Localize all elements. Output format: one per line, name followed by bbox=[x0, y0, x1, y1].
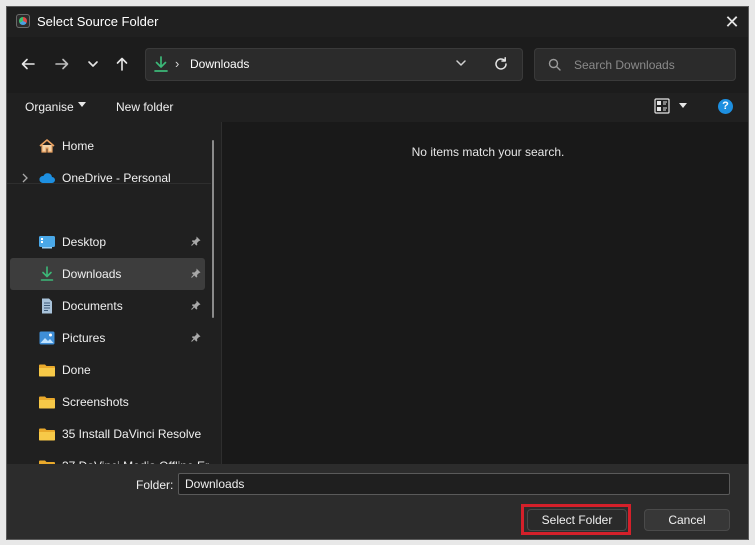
pin-icon[interactable] bbox=[191, 268, 201, 278]
sidebar-item-desktop[interactable]: Desktop bbox=[10, 226, 205, 258]
sidebar-item-screenshots[interactable]: Screenshots bbox=[10, 386, 205, 418]
view-options-icon[interactable] bbox=[654, 98, 670, 114]
title-bar: Select Source Folder ✕ bbox=[7, 7, 748, 37]
navigation-pane-scrollbar[interactable] bbox=[212, 140, 214, 318]
sidebar-item-done[interactable]: Done bbox=[10, 354, 205, 386]
sidebar-item-35-install-davinci-resolve[interactable]: 35 Install DaVinci Resolve bbox=[10, 418, 205, 450]
sidebar-item-label: Done bbox=[62, 363, 91, 377]
davinci-resolve-app-icon bbox=[16, 14, 30, 28]
search-icon bbox=[548, 58, 561, 71]
cancel-button[interactable]: Cancel bbox=[644, 509, 730, 531]
sidebar-item-home[interactable]: Home bbox=[10, 130, 205, 162]
help-icon[interactable]: ? bbox=[718, 99, 733, 114]
folder-field-label: Folder: bbox=[136, 478, 174, 492]
nav-divider bbox=[7, 183, 211, 184]
sidebar-item-onedrive[interactable]: OneDrive - Personal bbox=[10, 162, 205, 194]
sidebar-item-label: Home bbox=[62, 139, 95, 153]
address-history-chevron-icon[interactable] bbox=[455, 57, 467, 69]
sidebar-item-documents[interactable]: Documents bbox=[10, 290, 205, 322]
caret-down-icon[interactable] bbox=[78, 102, 86, 108]
chevron-right-icon[interactable] bbox=[21, 173, 29, 183]
arrow-right-icon bbox=[55, 58, 69, 70]
sidebar-item-label: Pictures bbox=[62, 331, 106, 345]
organise-button[interactable]: Organise bbox=[25, 100, 74, 114]
folder-icon bbox=[39, 428, 55, 441]
navigation-bar: › Downloads Search Downloads bbox=[7, 37, 748, 93]
pin-icon[interactable] bbox=[191, 332, 201, 342]
folder-name-input[interactable] bbox=[178, 473, 730, 495]
empty-results-message: No items match your search. bbox=[411, 145, 565, 159]
search-box[interactable]: Search Downloads bbox=[534, 48, 736, 81]
dialog-title: Select Source Folder bbox=[37, 14, 159, 29]
arrow-up-icon bbox=[116, 57, 128, 71]
sidebar-item-downloads[interactable]: Downloads bbox=[10, 258, 205, 290]
address-bar[interactable]: › Downloads bbox=[145, 48, 523, 81]
document-icon bbox=[42, 298, 52, 314]
folder-icon bbox=[39, 364, 55, 377]
sidebar-item-label: 35 Install DaVinci Resolve bbox=[62, 427, 202, 441]
command-bar: Organise New folder ? bbox=[7, 93, 748, 122]
navigation-pane[interactable]: Home OneDrive - Personal Desktop Downloa… bbox=[7, 122, 222, 473]
new-folder-button[interactable]: New folder bbox=[116, 100, 173, 114]
folder-icon bbox=[39, 396, 55, 409]
search-placeholder: Search Downloads bbox=[574, 58, 675, 72]
download-icon bbox=[40, 266, 54, 281]
pin-icon[interactable] bbox=[191, 300, 201, 310]
sidebar-item-label: Desktop bbox=[62, 235, 107, 249]
sidebar-item-label: Documents bbox=[62, 299, 123, 313]
file-list-area[interactable]: No items match your search. bbox=[222, 122, 748, 464]
pin-icon[interactable] bbox=[191, 236, 201, 246]
breadcrumb-downloads[interactable]: Downloads bbox=[190, 57, 249, 71]
sidebar-item-pictures[interactable]: Pictures bbox=[10, 322, 205, 354]
view-caret-down-icon[interactable] bbox=[679, 103, 687, 109]
pictures-icon bbox=[39, 331, 55, 345]
chevron-down-icon bbox=[88, 61, 98, 67]
close-icon[interactable]: ✕ bbox=[722, 12, 742, 32]
desktop-icon bbox=[39, 236, 55, 249]
breadcrumb-separator[interactable]: › bbox=[175, 56, 179, 71]
forward-button[interactable] bbox=[50, 51, 74, 77]
select-folder-button[interactable]: Select Folder bbox=[527, 509, 627, 531]
download-icon bbox=[154, 56, 168, 72]
recent-locations-button[interactable] bbox=[81, 51, 105, 77]
dialog-footer: Folder: Select Folder Cancel bbox=[7, 464, 748, 539]
sidebar-item-label: Downloads bbox=[62, 267, 122, 281]
up-button[interactable] bbox=[110, 51, 134, 77]
refresh-icon[interactable] bbox=[493, 56, 509, 72]
sidebar-item-label: Screenshots bbox=[62, 395, 129, 409]
select-source-folder-dialog: Select Source Folder ✕ › Downloads Searc… bbox=[7, 7, 748, 539]
back-button[interactable] bbox=[16, 51, 40, 77]
arrow-left-icon bbox=[21, 58, 35, 70]
home-icon bbox=[39, 139, 55, 153]
